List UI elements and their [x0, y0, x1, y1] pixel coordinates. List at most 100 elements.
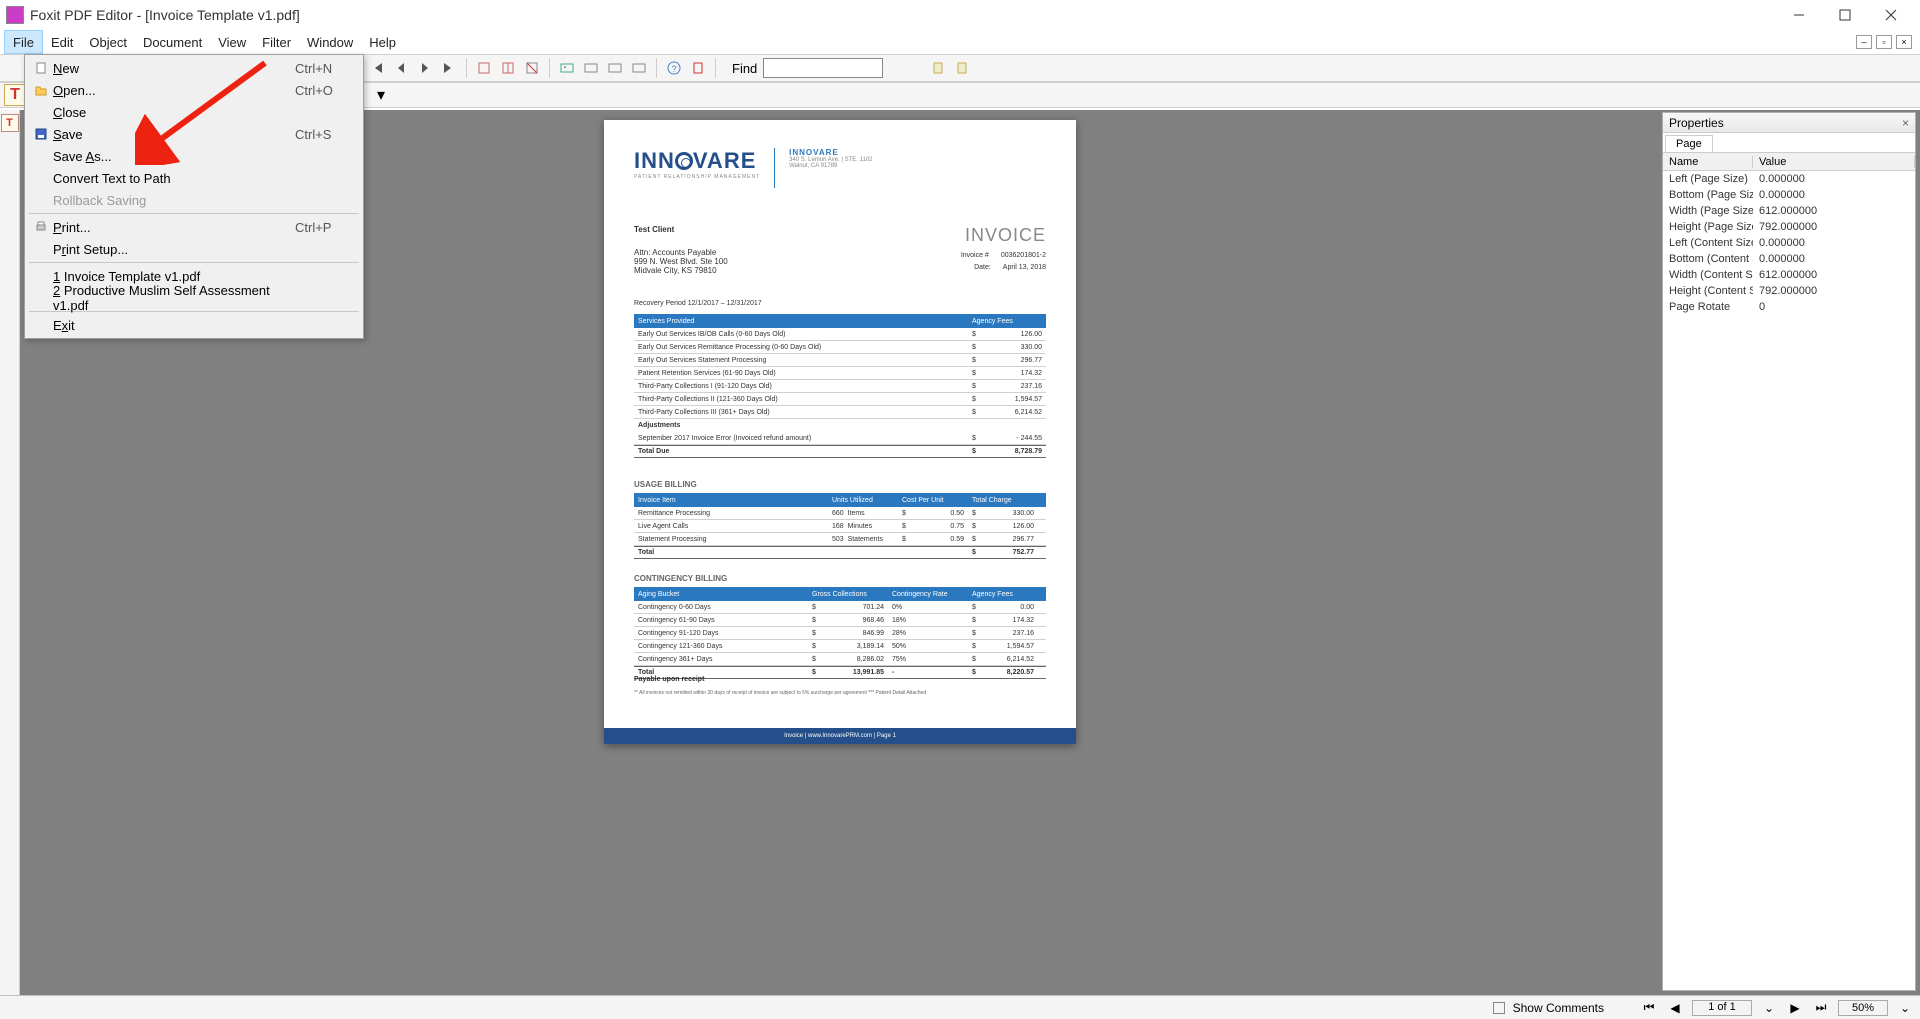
- image-tool-icon-2[interactable]: [580, 57, 602, 79]
- file-menu-item[interactable]: 2 Productive Muslim Self Assessment v1.p…: [25, 287, 363, 309]
- menu-filter[interactable]: Filter: [254, 30, 299, 54]
- first-page-button[interactable]: ⏮: [1640, 1000, 1658, 1016]
- text-tool-icon[interactable]: T: [4, 84, 26, 106]
- file-menu-item[interactable]: Convert Text to Path: [25, 167, 363, 189]
- menu-item-label: Save: [53, 127, 295, 142]
- menu-item-label: Save As...: [53, 149, 295, 164]
- svg-text:?: ?: [671, 64, 676, 74]
- menu-item-label: Print...: [53, 220, 295, 235]
- usage-table: USAGE BILLINGInvoice ItemUnits UtilizedC…: [634, 480, 1046, 559]
- menu-item-label: Open...: [53, 83, 295, 98]
- page-dropdown-icon[interactable]: ⌄: [1760, 1000, 1778, 1016]
- menu-item-label: Convert Text to Path: [53, 171, 295, 186]
- menu-item-label: Print Setup...: [53, 242, 295, 257]
- menu-document[interactable]: Document: [135, 30, 210, 54]
- page-indicator[interactable]: 1 of 1: [1692, 1000, 1752, 1016]
- property-row: Page Rotate0: [1663, 299, 1915, 315]
- contingency-table: CONTINGENCY BILLINGAging BucketGross Col…: [634, 574, 1046, 679]
- menu-item-shortcut: Ctrl+S: [295, 127, 355, 142]
- file-menu-item[interactable]: SaveCtrl+S: [25, 123, 363, 145]
- minimize-button[interactable]: [1776, 0, 1822, 30]
- property-row: Height (Content Size792.000000: [1663, 283, 1915, 299]
- company-addr2: Walnut, CA 91789: [789, 163, 872, 169]
- menu-object[interactable]: Object: [81, 30, 135, 54]
- find-input[interactable]: [763, 58, 883, 78]
- doc-icon-2[interactable]: [951, 57, 973, 79]
- tool-icon-1[interactable]: [473, 57, 495, 79]
- tool-icon-3[interactable]: [521, 57, 543, 79]
- menu-item-label: 1 Invoice Template v1.pdf: [53, 269, 295, 284]
- zoom-dropdown-icon[interactable]: ⌄: [1896, 1000, 1914, 1016]
- file-menu-item[interactable]: Print...Ctrl+P: [25, 216, 363, 238]
- next-page-button[interactable]: ▶: [1786, 1000, 1804, 1016]
- invoice-date: April 13, 2018: [1003, 262, 1046, 274]
- find-label: Find: [732, 61, 757, 76]
- save-icon: [29, 127, 53, 141]
- file-menu-item[interactable]: Save As...: [25, 145, 363, 167]
- window-title: Foxit PDF Editor - [Invoice Template v1.…: [30, 7, 300, 23]
- statusbar: Show Comments ⏮ ◀ 1 of 1 ⌄ ▶ ⏭ 50% ⌄: [0, 995, 1920, 1019]
- menu-item-label: New: [53, 61, 295, 76]
- properties-title: Properties: [1669, 116, 1724, 130]
- zoom-level[interactable]: 50%: [1838, 1000, 1888, 1016]
- file-menu-dropdown: NewCtrl+NOpen...Ctrl+OCloseSaveCtrl+SSav…: [24, 54, 364, 339]
- prev-page-icon[interactable]: [390, 57, 412, 79]
- properties-close-icon[interactable]: ×: [1902, 116, 1909, 130]
- property-row: Width (Content Size612.000000: [1663, 267, 1915, 283]
- file-menu-item[interactable]: Print Setup...: [25, 238, 363, 260]
- file-menu-item[interactable]: Exit: [25, 314, 363, 336]
- invoice-number: 0036201801-2: [1001, 250, 1046, 262]
- mdi-close[interactable]: ×: [1896, 35, 1912, 49]
- file-menu-item[interactable]: Close: [25, 101, 363, 123]
- page-footer: Invoice | www.InnovarePRM.com | Page 1: [604, 728, 1076, 744]
- app-icon: [6, 6, 24, 24]
- close-button[interactable]: [1868, 0, 1914, 30]
- first-page-icon[interactable]: [366, 57, 388, 79]
- fine-print: ** All invoices not remitted within 30 d…: [634, 690, 926, 696]
- show-comments-label: Show Comments: [1513, 1001, 1604, 1015]
- file-menu-item[interactable]: Open...Ctrl+O: [25, 79, 363, 101]
- left-gutter: T: [0, 110, 20, 995]
- payable-note: Payable upon receipt: [634, 676, 704, 683]
- menu-file[interactable]: File: [4, 30, 43, 54]
- image-tool-icon-4[interactable]: [628, 57, 650, 79]
- menu-edit[interactable]: Edit: [43, 30, 81, 54]
- image-tool-icon[interactable]: [556, 57, 578, 79]
- pdf-icon[interactable]: [687, 57, 709, 79]
- mdi-restore[interactable]: ▫: [1876, 35, 1892, 49]
- services-table: Services ProvidedAgency FeesEarly Out Se…: [634, 314, 1046, 458]
- show-comments-checkbox[interactable]: [1493, 1002, 1505, 1014]
- file-menu-item[interactable]: NewCtrl+N: [25, 57, 363, 79]
- last-page-icon[interactable]: [438, 57, 460, 79]
- company-name: INNOVARE: [789, 148, 872, 157]
- recovery-period: Recovery Period 12/1/2017 – 12/31/2017: [634, 300, 762, 307]
- property-row: Width (Page Size)612.000000: [1663, 203, 1915, 219]
- doc-icon-1[interactable]: [927, 57, 949, 79]
- properties-tab-page[interactable]: Page: [1665, 135, 1713, 152]
- tool-icon-2[interactable]: [497, 57, 519, 79]
- print-icon: [29, 220, 53, 234]
- maximize-button[interactable]: [1822, 0, 1868, 30]
- mdi-minimize[interactable]: –: [1856, 35, 1872, 49]
- text-panel-icon[interactable]: T: [1, 114, 19, 132]
- next-page-icon[interactable]: [414, 57, 436, 79]
- menu-help[interactable]: Help: [361, 30, 404, 54]
- last-page-button[interactable]: ⏭: [1812, 1000, 1830, 1016]
- menu-view[interactable]: View: [210, 30, 254, 54]
- menu-window[interactable]: Window: [299, 30, 361, 54]
- prev-page-button[interactable]: ◀: [1666, 1000, 1684, 1016]
- dropdown-icon[interactable]: ▾: [370, 84, 392, 106]
- image-tool-icon-3[interactable]: [604, 57, 626, 79]
- titlebar: Foxit PDF Editor - [Invoice Template v1.…: [0, 0, 1920, 30]
- client-addr1: 999 N. West Blvd. Ste 100: [634, 257, 728, 266]
- prop-header-value: Value: [1753, 156, 1915, 168]
- invoice-number-label: Invoice #: [961, 250, 989, 262]
- client-addr2: Midvale City, KS 79810: [634, 266, 728, 275]
- menu-item-shortcut: Ctrl+N: [295, 61, 355, 76]
- client-name: Test Client: [634, 225, 728, 234]
- new-icon: [29, 61, 53, 75]
- property-row: Left (Page Size)0.000000: [1663, 171, 1915, 187]
- help-icon[interactable]: ?: [663, 57, 685, 79]
- menu-item-label: Exit: [53, 318, 295, 333]
- company-tagline: PATIENT RELATIONSHIP MANAGEMENT: [634, 174, 760, 180]
